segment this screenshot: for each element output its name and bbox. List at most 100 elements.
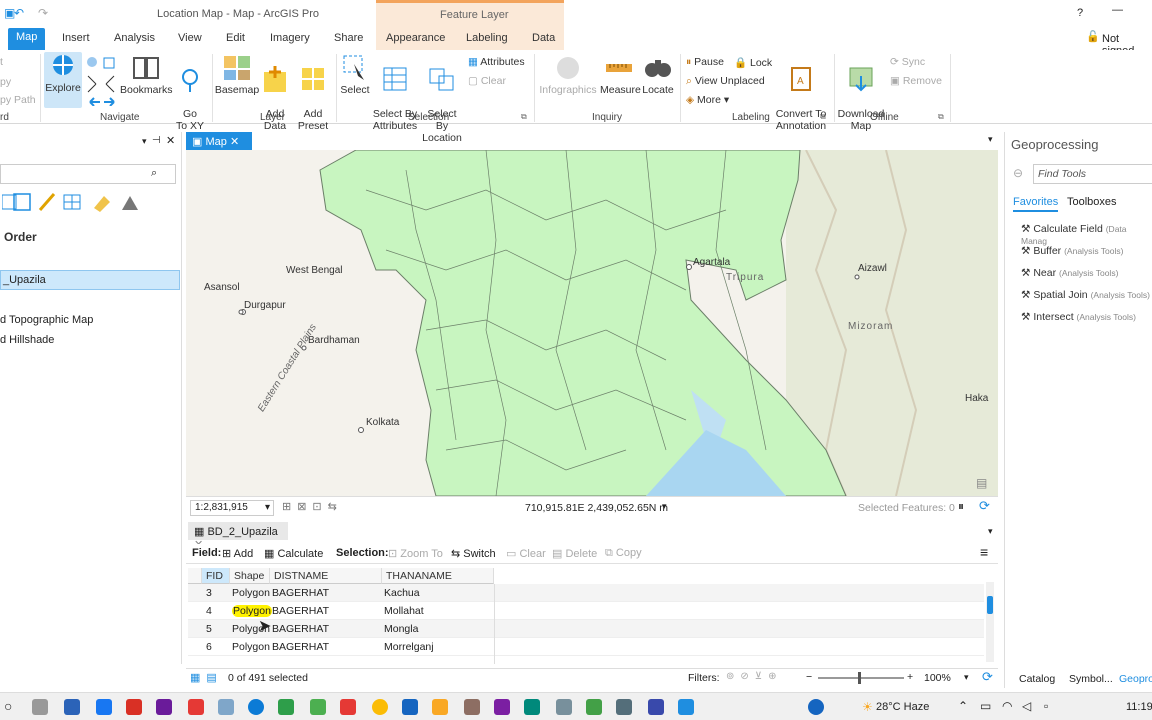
user-icon[interactable]: 🔓 [1086,30,1100,43]
app-icon-21[interactable] [648,699,664,715]
tray-overflow-icon[interactable]: ⌃ [958,699,968,713]
column-header-thananame[interactable]: THANANAME [382,568,494,584]
back-icon[interactable]: ⊖ [1013,166,1023,180]
chrome-icon[interactable] [372,699,388,715]
map-overview-icon[interactable]: ▤ [976,476,987,490]
clipboard-item-2[interactable]: py [0,76,11,88]
column-header-distname[interactable]: DISTNAME [270,568,382,584]
tab-appearance[interactable]: Appearance [386,32,445,44]
clear-table-selection-button[interactable]: ▭ Clear [506,547,546,560]
tab-edit[interactable]: Edit [226,32,245,44]
find-tools-input[interactable]: Find Tools [1033,164,1152,184]
app-tray-icon[interactable] [808,699,824,715]
tool-near[interactable]: ⚒ Near (Analysis Tools) [1021,267,1118,279]
pause-drawing-icon[interactable]: ⏸ [958,499,964,514]
more-labeling-button[interactable]: ◈ More ▾ [686,94,729,106]
acrobat-icon[interactable] [340,699,356,715]
map-view[interactable]: West Bengal Asansol Durgapur Bardhaman K… [186,150,998,496]
navigate-small-buttons[interactable] [86,56,118,107]
app-x-icon[interactable] [188,699,204,715]
app-icon-20[interactable] [616,699,632,715]
zoom-slider[interactable] [818,672,904,684]
pause-labeling-button[interactable]: ⏸ Pause [686,56,724,69]
filter-icons[interactable]: ⊚⊘⊻⊕ [726,671,782,682]
table-row[interactable]: 3 Polygon BAGERHAT Kachua [188,584,984,602]
tool-calculate-field[interactable]: ⚒ Calculate Field (Data Manag [1021,223,1152,247]
table-tab-menu-icon[interactable]: ▾ [988,526,993,537]
layer-bd-upazila[interactable]: _Upazila [0,270,180,290]
table-row[interactable]: 5 Polygon BAGERHAT Mongla [188,620,984,638]
tool-buffer[interactable]: ⚒ Buffer (Analysis Tools) [1021,245,1123,257]
coords-dropdown-icon[interactable]: ▾ [662,501,667,512]
tab-share[interactable]: Share [334,32,363,44]
file-explorer-icon[interactable] [432,699,448,715]
infographics-button[interactable]: Infographics [538,54,598,96]
tab-catalog[interactable]: Catalog [1019,673,1055,685]
clipboard-item-3[interactable]: py Path [0,94,36,106]
table-row[interactable]: 4 Polygon BAGERHAT Mollahat [188,602,984,620]
pane-menu-icon[interactable]: ▾ [142,136,147,147]
volume-icon[interactable]: ◁ [1022,699,1031,713]
sync-button[interactable]: ⟳ Sync [890,56,925,68]
calculate-field-button[interactable]: ▦ Calculate [264,547,323,560]
app-icon-7[interactable] [218,699,234,715]
language-icon[interactable]: ▫ [1044,699,1048,713]
redo-icon[interactable]: ↷ [38,6,48,20]
clear-selection-button[interactable]: ▢ Clear [468,75,506,87]
close-map-tab-icon[interactable]: ✕ [230,136,239,148]
table-view-toggle-icons[interactable]: ▦▤ [190,671,223,684]
delete-button[interactable]: ▤ Delete [552,547,597,560]
refresh-table-icon[interactable]: ⟳ [982,669,993,685]
tab-map[interactable]: Map [8,28,46,50]
layer-hillshade[interactable]: d Hillshade [0,334,54,346]
minimize-button[interactable]: — [1112,4,1123,16]
column-header-shape[interactable]: Shape [230,568,270,584]
remove-button[interactable]: ▣ Remove [890,75,942,87]
view-unplaced-button[interactable]: ⌕ View Unplaced [686,75,765,88]
tab-symbology[interactable]: Symbol... [1069,673,1113,685]
labeling-launcher-icon[interactable]: ⧉ [820,112,826,122]
clipboard-item-1[interactable]: t [0,56,3,68]
zoom-out-icon[interactable]: − [806,671,812,683]
task-view-icon[interactable] [32,699,48,715]
column-header-fid[interactable]: FID [202,568,230,584]
zoom-slider-thumb[interactable] [858,672,861,684]
app-icon-17[interactable] [524,699,540,715]
start-search-icon[interactable]: ○ [4,698,12,714]
tab-data[interactable]: Data [532,32,555,44]
undo-icon[interactable]: ↶ [14,6,24,20]
locate-button[interactable]: Locate [640,54,676,96]
scale-selector[interactable]: 1:2,831,915 ▾ [190,500,274,516]
zoom-level[interactable]: 100% [924,672,951,684]
bookmarks-button[interactable]: Bookmarks [120,54,173,96]
table-scrollbar[interactable] [986,582,994,662]
selection-launcher-icon[interactable]: ⧉ [521,112,527,122]
tab-imagery[interactable]: Imagery [270,32,310,44]
map-tab-menu-icon[interactable]: ▾ [988,134,993,145]
app-icon-10[interactable] [310,699,326,715]
tab-favorites[interactable]: Favorites [1013,196,1059,212]
app-icon-19[interactable] [586,699,602,715]
close-pane-icon[interactable]: ✕ [166,134,175,147]
tool-spatial-join[interactable]: ⚒ Spatial Join (Analysis Tools) [1021,289,1150,301]
measure-button[interactable]: Measure [600,54,641,96]
app-icon-9[interactable] [278,699,294,715]
switch-selection-button[interactable]: ⇆ Switch [451,547,496,560]
go-to-xy-button[interactable]: Go To XY [172,54,208,132]
app-icon-13[interactable] [402,699,418,715]
lock-labeling-button[interactable]: 🔒 Lock [734,56,772,69]
map-status-tools[interactable]: ⊞⊠⊡⇆ [282,500,343,513]
pin-icon[interactable]: ⊣ [152,135,161,146]
facebook-icon[interactable] [96,699,112,715]
select-button[interactable]: Select [340,54,370,96]
contents-search-input[interactable]: ⌕ [0,164,176,184]
tab-insert[interactable]: Insert [62,32,90,44]
weather-text[interactable]: 28°C Haze [876,701,929,713]
arcgis-pro-icon[interactable] [678,699,694,715]
app-icon-18[interactable] [556,699,572,715]
explore-button[interactable]: Explore [44,52,82,108]
tool-intersect[interactable]: ⚒ Intersect (Analysis Tools) [1021,311,1136,323]
attribute-table-tab[interactable]: ▦ BD_2_Upazila ✕ [188,522,288,551]
app-icon-15[interactable] [464,699,480,715]
offline-launcher-icon[interactable]: ⧉ [938,112,944,122]
